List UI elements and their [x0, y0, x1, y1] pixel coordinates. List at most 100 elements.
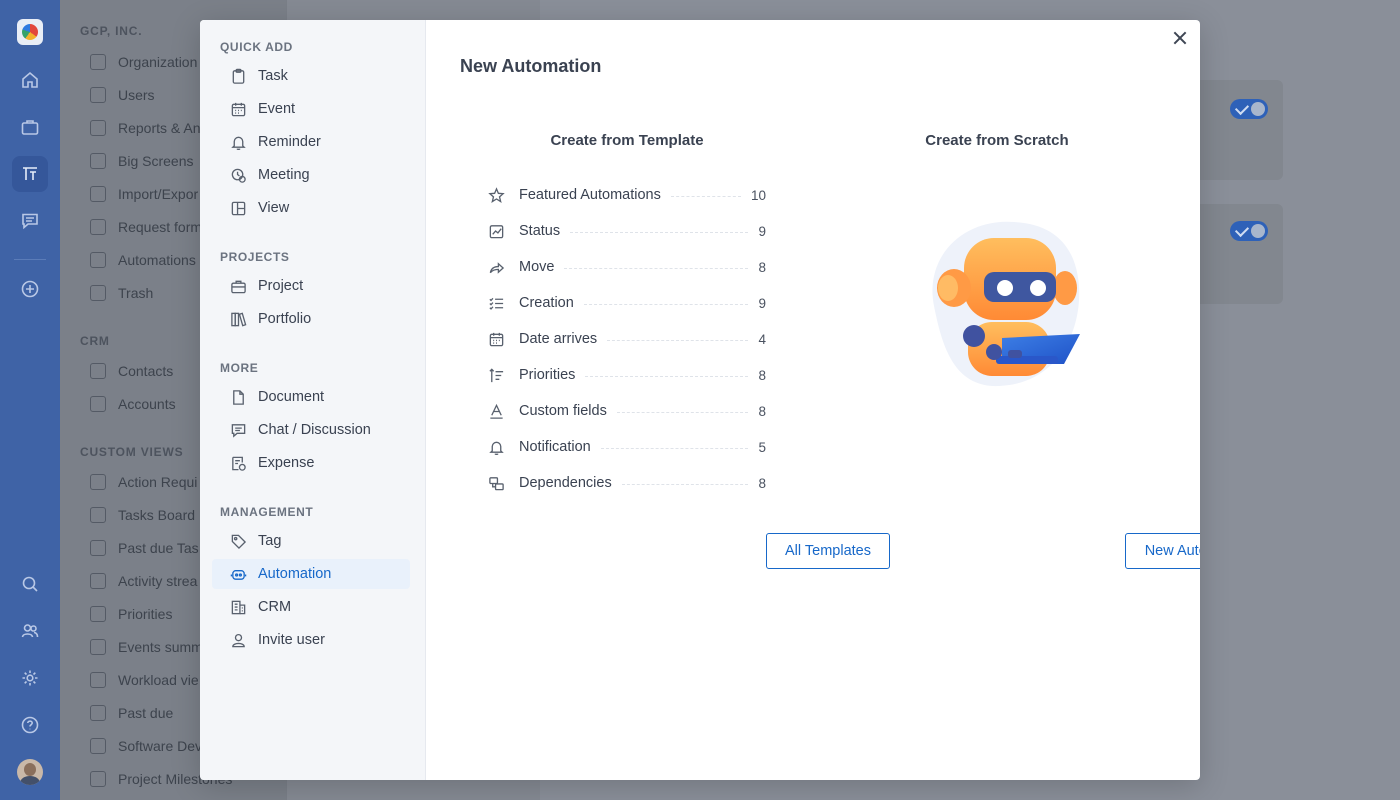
rail-divider: [14, 259, 46, 260]
automation-toggle[interactable]: [1230, 221, 1268, 241]
clipboard-icon: [232, 68, 245, 84]
quick-add-expense[interactable]: Expense: [212, 448, 410, 478]
template-label: Status: [519, 223, 561, 239]
chat-icon[interactable]: [12, 203, 48, 239]
home-icon[interactable]: [12, 62, 48, 98]
settings-icon[interactable]: [12, 660, 48, 696]
quick-add-crm[interactable]: CRM: [212, 592, 410, 622]
template-count: 9: [758, 223, 766, 239]
quick-add-task[interactable]: Task: [212, 61, 410, 91]
quick-add-label: Meeting: [258, 167, 310, 183]
sidebar-item-automations[interactable]: Automations: [90, 250, 196, 270]
quick-add-label: Tag: [258, 533, 282, 549]
sidebar-item-request-forms[interactable]: Request form: [90, 217, 202, 237]
quick-add-invite-user[interactable]: Invite user: [212, 625, 410, 655]
quick-add-project[interactable]: Project: [212, 271, 410, 301]
quick-add-portfolio[interactable]: Portfolio: [212, 304, 410, 334]
org-heading: GCP, INC.: [80, 24, 143, 38]
sidebar-item-view[interactable]: Priorities: [90, 604, 172, 624]
sidebar-item-accounts[interactable]: Accounts: [90, 394, 176, 414]
quick-add-chat[interactable]: Chat / Discussion: [212, 415, 410, 445]
star-icon: [488, 186, 505, 203]
leader-dots: [570, 231, 749, 233]
sidebar-item-users[interactable]: Users: [90, 85, 155, 105]
app-logo[interactable]: [17, 19, 43, 45]
template-label: Dependencies: [519, 475, 612, 491]
help-icon[interactable]: [12, 707, 48, 743]
left-rail: [0, 0, 60, 800]
sidebar-item-view[interactable]: Past due Tas: [90, 538, 199, 558]
briefcase-icon[interactable]: [12, 109, 48, 145]
quick-add-reminder[interactable]: Reminder: [212, 127, 410, 157]
template-category-move[interactable]: Move 8: [488, 257, 766, 277]
search-icon[interactable]: [12, 566, 48, 602]
template-category-date-arrives[interactable]: Date arrives 4: [488, 329, 766, 349]
quick-add-tag[interactable]: Tag: [212, 526, 410, 556]
template-label: Move: [519, 259, 555, 275]
quick-add-label: View: [258, 200, 290, 216]
management-heading: MANAGEMENT: [220, 505, 314, 519]
quick-add-event[interactable]: Event: [212, 94, 410, 124]
sidebar-item-view[interactable]: Events summ: [90, 637, 203, 657]
form-icon: [90, 219, 106, 235]
template-column-title: Create from Template: [550, 132, 704, 149]
quick-add-heading: QUICK ADD: [220, 40, 293, 54]
sidebar-item-label: Contacts: [118, 363, 174, 379]
leader-dots: [621, 483, 749, 485]
sidebar-item-view[interactable]: Past due: [90, 703, 173, 723]
quick-add-document[interactable]: Document: [212, 382, 410, 412]
sidebar-item-label: Reports & An: [118, 120, 201, 136]
quick-add-label: Invite user: [258, 632, 325, 648]
sidebar-item-label: Past due Tas: [118, 540, 199, 556]
chart-icon: [90, 120, 106, 136]
scratch-column-title: Create from Scratch: [925, 132, 1069, 149]
quick-add-label: Expense: [258, 455, 315, 471]
quick-add-label: Portfolio: [258, 311, 312, 327]
quick-add-view[interactable]: View: [212, 193, 410, 223]
meeting-icon: [231, 168, 246, 183]
all-templates-button[interactable]: All Templates: [766, 533, 890, 569]
workspace-icon[interactable]: [12, 156, 48, 192]
template-category-custom-fields[interactable]: Custom fields 8: [488, 401, 766, 421]
automation-toggle[interactable]: [1230, 99, 1268, 119]
template-count: 8: [758, 259, 766, 275]
leader-dots: [600, 447, 749, 449]
user-avatar[interactable]: [17, 759, 43, 785]
template-category-status[interactable]: Status 9: [488, 221, 766, 241]
sidebar-item-view[interactable]: Tasks Board: [90, 505, 195, 525]
template-category-dependencies[interactable]: Dependencies 8: [488, 473, 766, 493]
sidebar-item-view[interactable]: Action Requi: [90, 472, 197, 492]
books-icon: [231, 312, 247, 326]
flame-icon: [90, 705, 106, 721]
sidebar-item-label: Software Dev: [118, 738, 203, 754]
sidebar-item-big-screens[interactable]: Big Screens: [90, 151, 193, 171]
move-arrow-icon: [489, 261, 505, 274]
sidebar-item-view[interactable]: Workload vie: [90, 670, 199, 690]
sidebar-item-trash[interactable]: Trash: [90, 283, 153, 303]
robot-icon: [90, 252, 106, 268]
sidebar-item-contacts[interactable]: Contacts: [90, 361, 173, 381]
quick-add-meeting[interactable]: Meeting: [212, 160, 410, 190]
sidebar-item-reports[interactable]: Reports & An: [90, 118, 201, 138]
add-icon[interactable]: [12, 271, 48, 307]
new-automation-button[interactable]: New Automation: [1125, 533, 1200, 569]
template-category-priorities[interactable]: Priorities 8: [488, 365, 766, 385]
sidebar-item-organization[interactable]: Organization: [90, 52, 197, 72]
template-category-featured[interactable]: Featured Automations 10: [488, 185, 766, 205]
leader-dots: [564, 267, 749, 269]
sidebar-item-label: Action Requi: [118, 474, 198, 490]
close-icon[interactable]: [1170, 28, 1190, 48]
leader-dots: [585, 375, 749, 377]
sidebar-item-view[interactable]: Activity strea: [90, 571, 197, 591]
people-icon[interactable]: [12, 613, 48, 649]
organization-icon: [90, 54, 106, 70]
chat-icon: [231, 423, 246, 438]
text-field-icon: [490, 403, 503, 419]
template-category-creation[interactable]: Creation 9: [488, 293, 766, 313]
calendar-icon: [90, 771, 106, 787]
status-icon: [489, 224, 504, 238]
template-category-notification[interactable]: Notification 5: [488, 437, 766, 457]
quick-add-automation[interactable]: Automation: [212, 559, 410, 589]
sidebar-item-view[interactable]: Software Dev: [90, 736, 202, 756]
sidebar-item-import-export[interactable]: Import/Expor: [90, 184, 198, 204]
